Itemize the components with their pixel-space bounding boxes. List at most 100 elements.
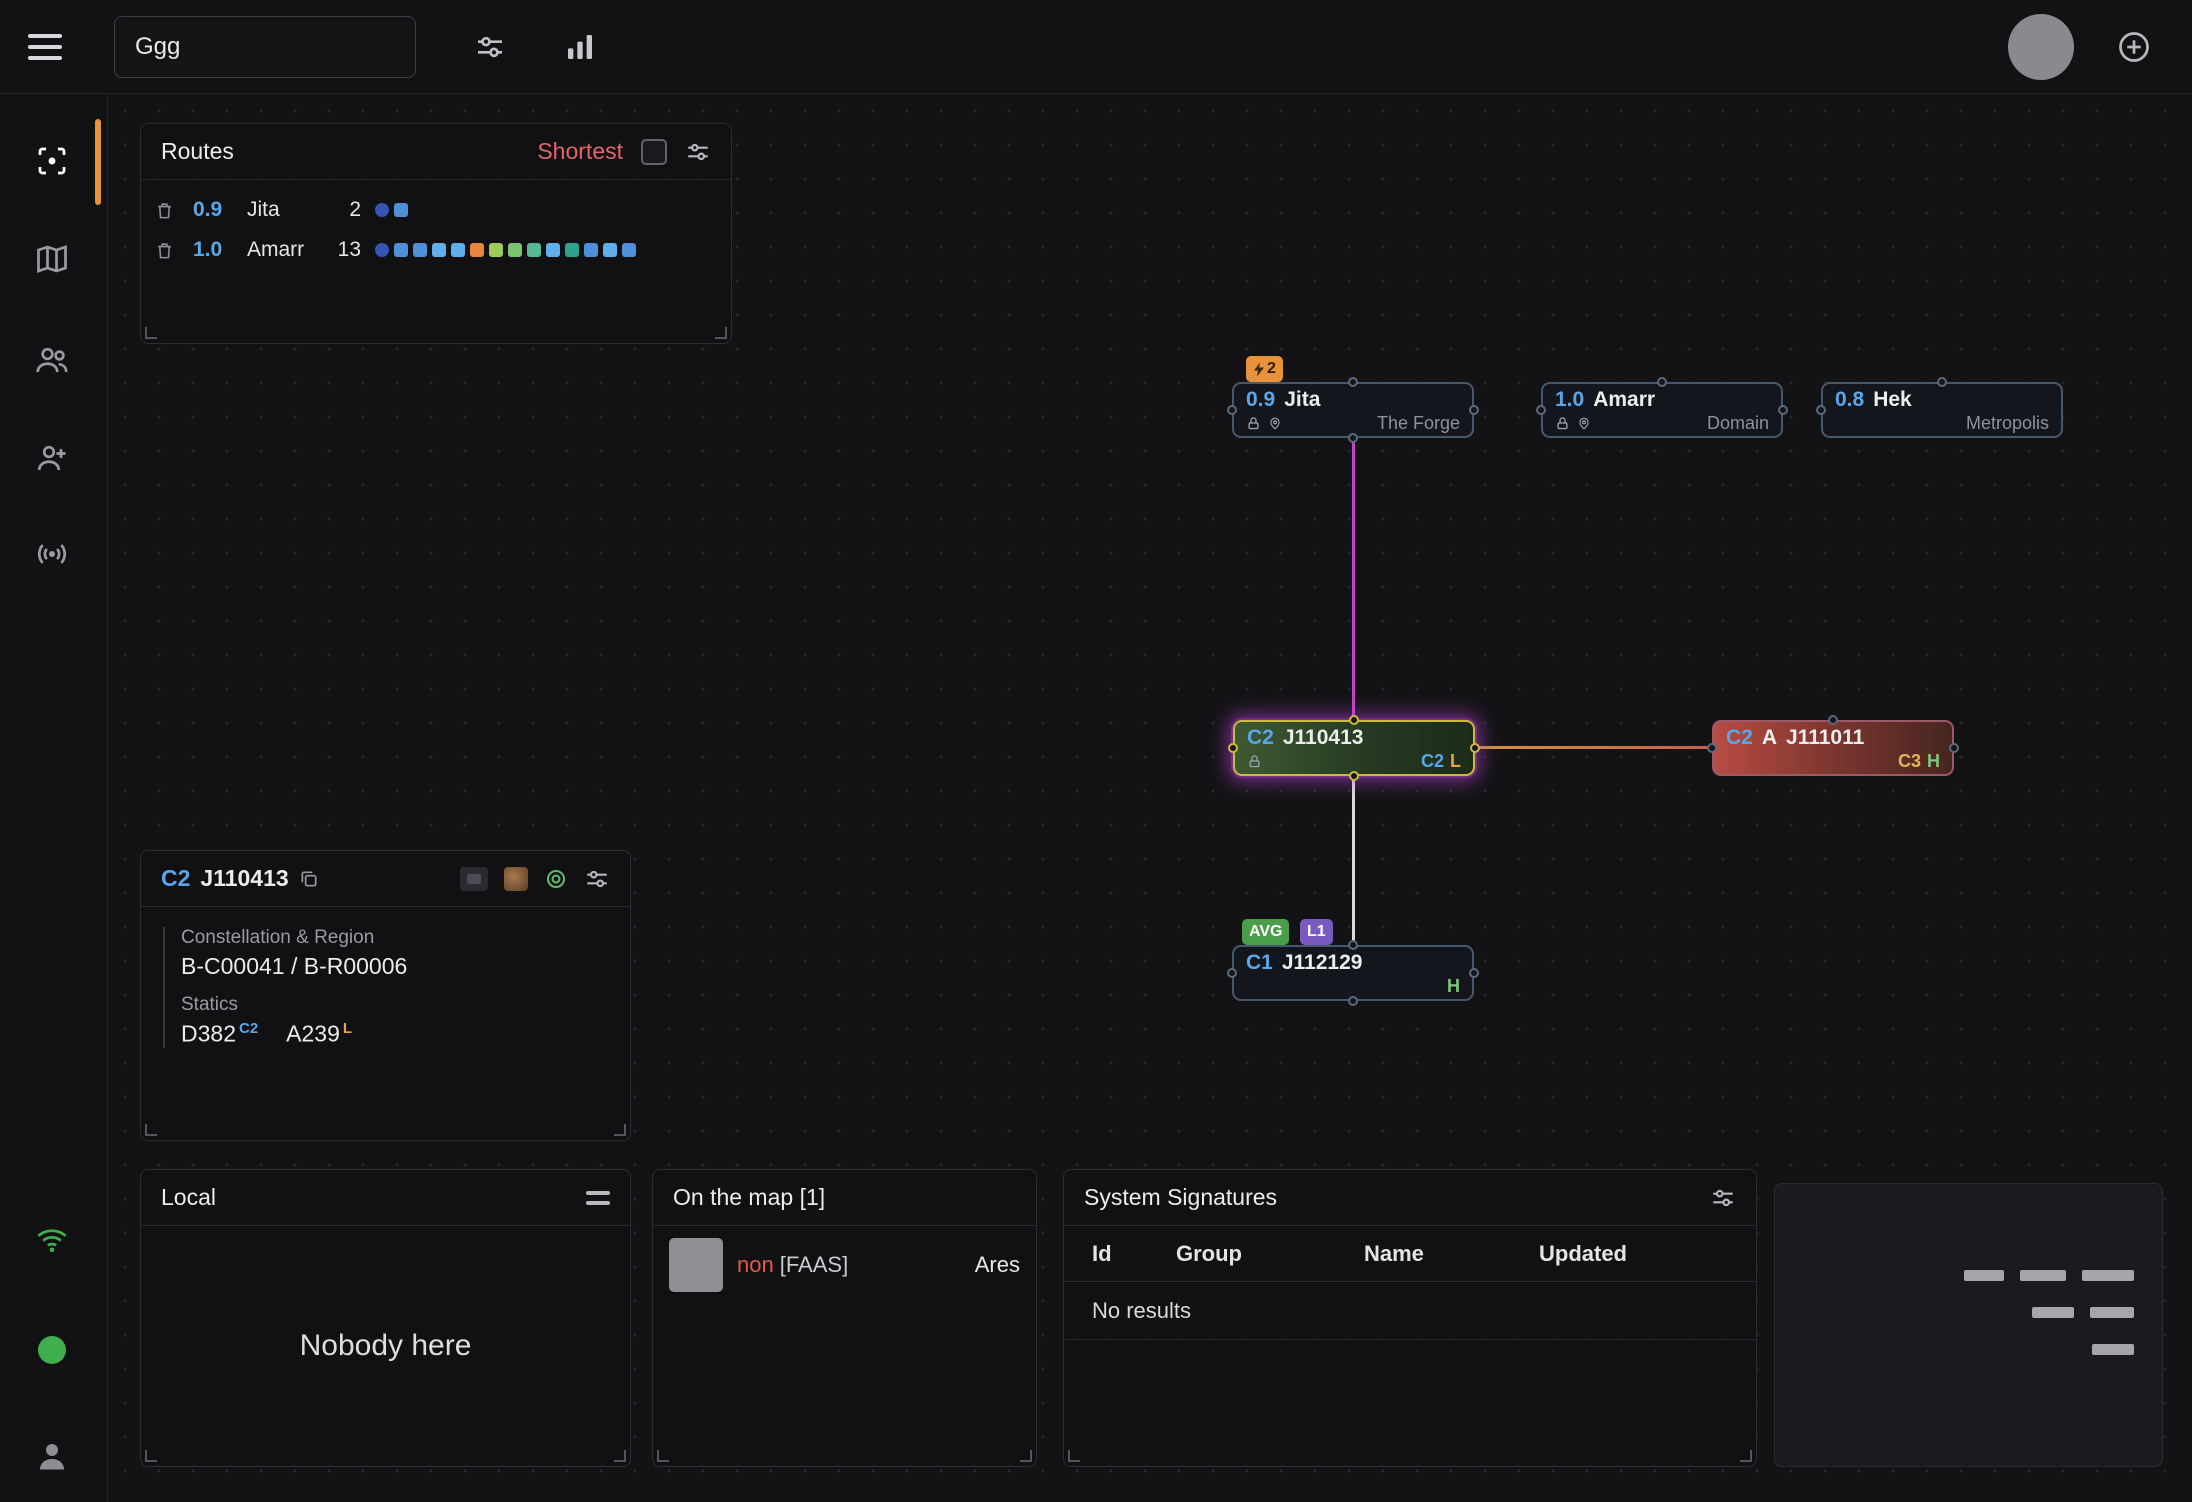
route-destination[interactable]: Amarr (247, 238, 323, 262)
system-settings-button[interactable] (584, 866, 610, 892)
connection-handle[interactable] (1349, 771, 1359, 781)
route-system-dot[interactable] (375, 203, 389, 217)
route-system-dot[interactable] (584, 243, 598, 257)
connection-handle[interactable] (1349, 715, 1359, 725)
route-system-dot[interactable] (375, 243, 389, 257)
route-system-dot[interactable] (508, 243, 522, 257)
connection-home-red[interactable] (1474, 746, 1714, 749)
system-node-home-selected[interactable]: C2J110413 C2L (1233, 720, 1475, 776)
connection-handle[interactable] (1470, 743, 1480, 753)
connection-handle[interactable] (1348, 377, 1358, 387)
route-row[interactable]: 0.9 Jita 2 (141, 190, 731, 230)
pilot-ship: Ares (975, 1252, 1020, 1278)
static-class: C2 (1421, 751, 1444, 771)
connection-home-c1[interactable] (1352, 776, 1355, 946)
route-system-dot[interactable] (489, 243, 503, 257)
sidebar-item-add-character[interactable] (24, 430, 80, 486)
route-system-dot[interactable] (432, 243, 446, 257)
connection-handle[interactable] (1816, 405, 1826, 415)
map-pin-icon (1268, 416, 1282, 431)
stats-chart-icon[interactable] (564, 31, 596, 63)
connection-handle[interactable] (1228, 743, 1238, 753)
route-system-dot[interactable] (394, 243, 408, 257)
route-systems[interactable] (375, 243, 717, 257)
lock-icon (1246, 416, 1261, 431)
delete-route-icon[interactable] (155, 241, 185, 260)
sidebar-item-profile[interactable] (24, 1428, 80, 1484)
connection-handle[interactable] (1949, 743, 1959, 753)
map-name-input[interactable] (114, 16, 416, 78)
menu-icon[interactable] (28, 34, 66, 60)
pilot-row[interactable]: non[FAAS] Ares (653, 1226, 1036, 1304)
system-node-c1[interactable]: AVG L1 C1J112129 H (1232, 945, 1474, 1001)
route-destination[interactable]: Jita (247, 198, 323, 222)
l1-badge: L1 (1300, 919, 1333, 945)
route-system-dot[interactable] (470, 243, 484, 257)
sidebar (0, 94, 108, 1502)
connection-handle[interactable] (1469, 405, 1479, 415)
locate-button[interactable] (544, 867, 568, 891)
shortest-checkbox[interactable] (641, 139, 667, 165)
add-icon[interactable] (2116, 29, 2152, 65)
system-node-red[interactable]: C2AJ111011 C3H (1712, 720, 1954, 776)
column-id[interactable]: Id (1092, 1241, 1176, 1267)
connection-handle[interactable] (1348, 996, 1358, 1006)
copy-icon[interactable] (299, 869, 319, 889)
minimap-panel[interactable] (1774, 1183, 2163, 1467)
column-group[interactable]: Group (1176, 1241, 1364, 1267)
connection-handle[interactable] (1348, 433, 1358, 443)
lock-icon (1247, 754, 1262, 769)
column-updated[interactable]: Updated (1539, 1241, 1728, 1267)
delete-route-icon[interactable] (155, 201, 185, 220)
static-security: H (1927, 751, 1940, 771)
connection-handle[interactable] (1828, 715, 1838, 725)
system-node-hek[interactable]: 0.8Hek Metropolis (1821, 382, 2063, 438)
user-avatar[interactable] (2008, 14, 2074, 80)
column-name[interactable]: Name (1364, 1241, 1539, 1267)
route-system-dot[interactable] (394, 203, 408, 217)
route-system-dot[interactable] (413, 243, 427, 257)
system-node-jita[interactable]: 2 0.9Jita The Forge (1232, 382, 1474, 438)
region-name: Metropolis (1966, 413, 2049, 433)
connection-handle[interactable] (1227, 405, 1237, 415)
region-name: Domain (1707, 413, 1769, 433)
connection-jita-home[interactable] (1352, 438, 1355, 721)
route-system-dot[interactable] (546, 243, 560, 257)
sidebar-item-tracking[interactable] (24, 133, 80, 189)
route-system-dot[interactable] (527, 243, 541, 257)
route-system-dot[interactable] (451, 243, 465, 257)
routes-settings-icon[interactable] (685, 139, 711, 165)
connection-handle[interactable] (1227, 968, 1237, 978)
connection-handle[interactable] (1536, 405, 1546, 415)
route-system-dot[interactable] (565, 243, 579, 257)
list-layout-icon[interactable] (586, 1191, 610, 1205)
route-systems[interactable] (375, 203, 717, 217)
system-name: J111011 (1786, 726, 1864, 750)
connection-handle[interactable] (1469, 968, 1479, 978)
skeleton-bar (2032, 1307, 2074, 1318)
filter-sliders-icon[interactable] (474, 31, 506, 63)
pilot-name[interactable]: non (737, 1252, 774, 1277)
sidebar-item-maps[interactable] (24, 231, 80, 287)
signatures-settings-icon[interactable] (1710, 1185, 1736, 1211)
connection-handle[interactable] (1657, 377, 1667, 387)
system-node-amarr[interactable]: 1.0Amarr Domain (1541, 382, 1783, 438)
route-row[interactable]: 1.0 Amarr 13 (141, 230, 731, 270)
local-empty-text: Nobody here (300, 1329, 472, 1363)
route-mode-label[interactable]: Shortest (537, 138, 623, 165)
route-system-dot[interactable] (622, 243, 636, 257)
route-system-dot[interactable] (603, 243, 617, 257)
effect-thumbnail-button[interactable] (504, 867, 528, 891)
connection-handle[interactable] (1778, 405, 1788, 415)
sidebar-item-broadcast[interactable] (24, 526, 80, 582)
system-class-label: C2 (161, 865, 190, 892)
connection-handle[interactable] (1707, 743, 1717, 753)
static-entry: A239L (286, 1020, 352, 1048)
structure-button[interactable] (460, 867, 488, 891)
static-class: C3 (1898, 751, 1921, 771)
signatures-title: System Signatures (1084, 1184, 1277, 1211)
target-icon (544, 867, 568, 891)
sidebar-item-characters[interactable] (24, 332, 80, 388)
connection-handle[interactable] (1937, 377, 1947, 387)
connection-handle[interactable] (1348, 940, 1358, 950)
